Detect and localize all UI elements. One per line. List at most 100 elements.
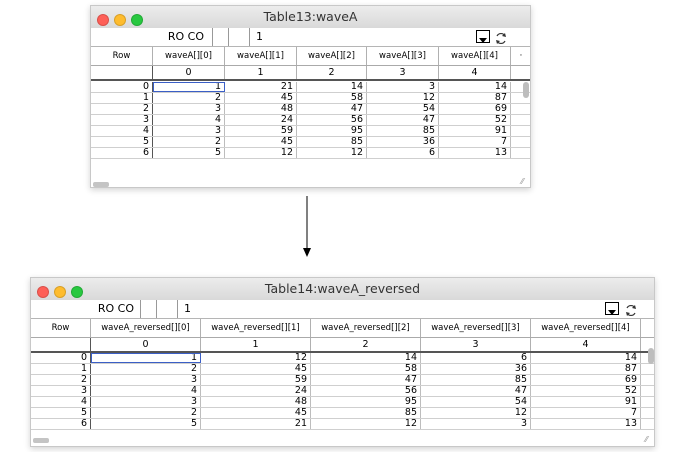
table-cell[interactable]: 2 — [153, 93, 225, 103]
column-header[interactable]: waveA_reversed[][2] — [311, 319, 421, 337]
table-cell[interactable]: 2 — [91, 364, 201, 374]
value-entry-field[interactable]: 1 — [178, 300, 578, 318]
table-cell[interactable]: 7 — [439, 137, 511, 147]
row-index[interactable]: 3 — [31, 386, 91, 396]
table-cell[interactable]: 47 — [367, 115, 439, 125]
table-cell[interactable]: 21 — [201, 419, 311, 429]
table-cell[interactable]: 91 — [531, 397, 641, 407]
value-entry-field[interactable]: 1 — [250, 28, 470, 46]
dropdown-icon[interactable] — [476, 30, 490, 43]
row-index[interactable]: 6 — [91, 148, 153, 158]
table-cell[interactable]: 58 — [297, 93, 367, 103]
table-cell[interactable]: 85 — [367, 126, 439, 136]
table-cell[interactable]: 4 — [91, 386, 201, 396]
resize-grip-icon[interactable]: ⁄⁄ — [645, 436, 653, 444]
table-cell[interactable]: 12 — [421, 408, 531, 418]
dropdown-icon[interactable] — [605, 302, 619, 315]
table-cell[interactable]: 13 — [439, 148, 511, 158]
table-cell[interactable]: 21 — [225, 82, 297, 92]
row-index[interactable]: 4 — [91, 126, 153, 136]
table-cell[interactable]: 85 — [311, 408, 421, 418]
table-cell[interactable]: 3 — [367, 82, 439, 92]
column-header[interactable]: waveA_reversed[][0] — [91, 319, 201, 337]
table-cell[interactable]: 12 — [367, 93, 439, 103]
table-cell[interactable]: 14 — [439, 82, 511, 92]
table-cell[interactable]: 45 — [225, 137, 297, 147]
table-cell[interactable]: 47 — [311, 375, 421, 385]
table-cell[interactable]: 6 — [421, 353, 531, 363]
row-index[interactable]: 4 — [31, 397, 91, 407]
table-cell[interactable]: 14 — [311, 353, 421, 363]
table-cell[interactable]: 5 — [91, 419, 201, 429]
table-cell[interactable]: 3 — [91, 375, 201, 385]
table-cell[interactable]: 59 — [201, 375, 311, 385]
table-cell[interactable]: 3 — [153, 126, 225, 136]
resize-grip-icon[interactable]: ⁄⁄ — [521, 178, 529, 186]
table-cell[interactable]: 48 — [225, 104, 297, 114]
table-cell[interactable]: 85 — [297, 137, 367, 147]
table-cell[interactable]: 12 — [311, 419, 421, 429]
table-cell[interactable]: 2 — [91, 408, 201, 418]
column-header[interactable]: waveA[][3] — [367, 47, 439, 65]
row-index[interactable]: 1 — [31, 364, 91, 374]
table-cell[interactable]: 48 — [201, 397, 311, 407]
table-cell[interactable]: 14 — [531, 353, 641, 363]
table-cell[interactable]: 47 — [421, 386, 531, 396]
table-cell[interactable]: 56 — [297, 115, 367, 125]
table-cell[interactable]: 85 — [421, 375, 531, 385]
row-index[interactable]: 5 — [91, 137, 153, 147]
table-cell[interactable]: 45 — [225, 93, 297, 103]
table-cell[interactable]: 1 — [153, 82, 225, 92]
table-cell[interactable]: 36 — [367, 137, 439, 147]
table-cell[interactable]: 13 — [531, 419, 641, 429]
refresh-icon[interactable] — [624, 302, 638, 317]
column-header[interactable]: waveA_reversed[][1] — [201, 319, 311, 337]
table-cell[interactable]: 59 — [225, 126, 297, 136]
table-cell[interactable]: 3 — [91, 397, 201, 407]
table-cell[interactable]: 69 — [439, 104, 511, 114]
table-cell[interactable]: 87 — [439, 93, 511, 103]
table-cell[interactable]: 14 — [297, 82, 367, 92]
table-cell[interactable]: 56 — [311, 386, 421, 396]
column-header[interactable]: waveA[][0] — [153, 47, 225, 65]
vertical-scrollbar[interactable] — [523, 82, 529, 98]
title-bar[interactable]: Table13:waveA — [91, 6, 530, 29]
table-cell[interactable]: 47 — [297, 104, 367, 114]
table-cell[interactable]: 1 — [91, 353, 201, 363]
table-cell[interactable]: 52 — [439, 115, 511, 125]
row-index[interactable]: 1 — [91, 93, 153, 103]
table-cell[interactable]: 87 — [531, 364, 641, 374]
table-cell[interactable]: 12 — [297, 148, 367, 158]
table-cell[interactable]: 58 — [311, 364, 421, 374]
table-cell[interactable]: 4 — [153, 115, 225, 125]
column-header[interactable]: waveA[][2] — [297, 47, 367, 65]
row-index[interactable]: 2 — [31, 375, 91, 385]
table-cell[interactable]: 7 — [531, 408, 641, 418]
table-cell[interactable]: 36 — [421, 364, 531, 374]
row-index[interactable]: 5 — [31, 408, 91, 418]
table-cell[interactable]: 54 — [421, 397, 531, 407]
table-cell[interactable]: 3 — [421, 419, 531, 429]
row-index[interactable]: 2 — [91, 104, 153, 114]
table-cell[interactable]: 95 — [311, 397, 421, 407]
title-bar[interactable]: Table14:waveA_reversed — [31, 278, 654, 301]
horizontal-scrollbar[interactable] — [93, 182, 109, 187]
table-cell[interactable]: 3 — [153, 104, 225, 114]
row-index[interactable]: 0 — [91, 82, 153, 92]
row-index[interactable]: 3 — [91, 115, 153, 125]
column-header[interactable]: waveA[][4] — [439, 47, 511, 65]
row-index[interactable]: 0 — [31, 353, 91, 363]
table-cell[interactable]: 24 — [225, 115, 297, 125]
table-cell[interactable]: 6 — [367, 148, 439, 158]
table-cell[interactable]: 12 — [201, 353, 311, 363]
table-cell[interactable]: 45 — [201, 408, 311, 418]
table-cell[interactable]: 2 — [153, 137, 225, 147]
table-cell[interactable]: 45 — [201, 364, 311, 374]
row-index[interactable]: 6 — [31, 419, 91, 429]
table-cell[interactable]: 5 — [153, 148, 225, 158]
refresh-icon[interactable] — [494, 30, 508, 45]
table-cell[interactable]: 91 — [439, 126, 511, 136]
table-cell[interactable]: 24 — [201, 386, 311, 396]
column-header[interactable]: waveA[][1] — [225, 47, 297, 65]
horizontal-scrollbar[interactable] — [33, 438, 49, 443]
